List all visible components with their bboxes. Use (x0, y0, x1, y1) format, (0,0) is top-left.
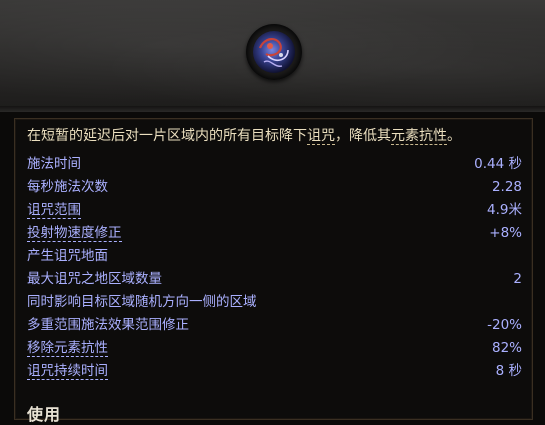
stat-row: 最大诅咒之地区域数量 2 (27, 268, 522, 291)
stat-row: 产生诅咒地面 (27, 245, 522, 268)
stat-value: 2 (513, 271, 522, 287)
stat-row: 多重范围施法效果范围修正 -20% (27, 314, 522, 337)
stat-value: 2.28 (491, 179, 522, 195)
stat-list: 施法时间 0.44 秒每秒施法次数 2.28 诅咒范围 4.9米投射物速度修正 +8% 产生… (27, 153, 522, 383)
stat-row: 诅咒范围 4.9米 (27, 199, 522, 222)
stat-label: 产生诅咒地面 (27, 248, 108, 264)
skill-tooltip-panel: 在短暂的延迟后对一片区域内的所有目标降下诅咒，降低其元素抗性。 施法时间 0.44… (14, 118, 533, 424)
description-text: ，降低其 (335, 128, 391, 144)
stat-value: 0.44 秒 (474, 156, 522, 172)
description-text: 在短暂的延迟后对一片区域内的所有目标降下 (27, 128, 307, 144)
stat-label: 多重范围施法效果范围修正 (27, 317, 189, 333)
stat-row: 投射物速度修正 +8% (27, 222, 522, 245)
stat-label: 每秒施法次数 (27, 179, 108, 195)
tooltip-header (0, 0, 545, 112)
stat-row: 同时影响目标区域随机方向一侧的区域 (27, 291, 522, 314)
keyword-elemental-resistance[interactable]: 元素抗性 (391, 128, 447, 145)
stat-label[interactable]: 移除元素抗性 (27, 337, 108, 360)
skill-description: 在短暂的延迟后对一片区域内的所有目标降下诅咒，降低其元素抗性。 (27, 127, 527, 145)
section-title: 使用 (27, 405, 62, 424)
stat-label: 最大诅咒之地区域数量 (27, 271, 162, 287)
stat-value: +8% (489, 225, 522, 241)
stat-label: 施法时间 (27, 156, 81, 172)
stat-label[interactable]: 诅咒范围 (27, 199, 81, 222)
stat-value: 4.9米 (487, 202, 522, 218)
skill-gem-icon (246, 24, 302, 80)
stat-value: 8 秒 (495, 363, 522, 379)
stat-row: 每秒施法次数 2.28 (27, 176, 522, 199)
description-text: 。 (447, 128, 461, 144)
stat-value: -20% (487, 317, 522, 333)
stat-label[interactable]: 投射物速度修正 (27, 222, 122, 245)
stat-label: 同时影响目标区域随机方向一侧的区域 (27, 294, 257, 310)
stat-row: 施法时间 0.44 秒 (27, 153, 522, 176)
keyword-curse[interactable]: 诅咒 (307, 128, 335, 145)
stat-label[interactable]: 诅咒持续时间 (27, 360, 108, 383)
stat-row: 移除元素抗性 82% (27, 337, 522, 360)
stat-value: 82% (491, 340, 522, 356)
stat-row: 诅咒持续时间 8 秒 (27, 360, 522, 383)
